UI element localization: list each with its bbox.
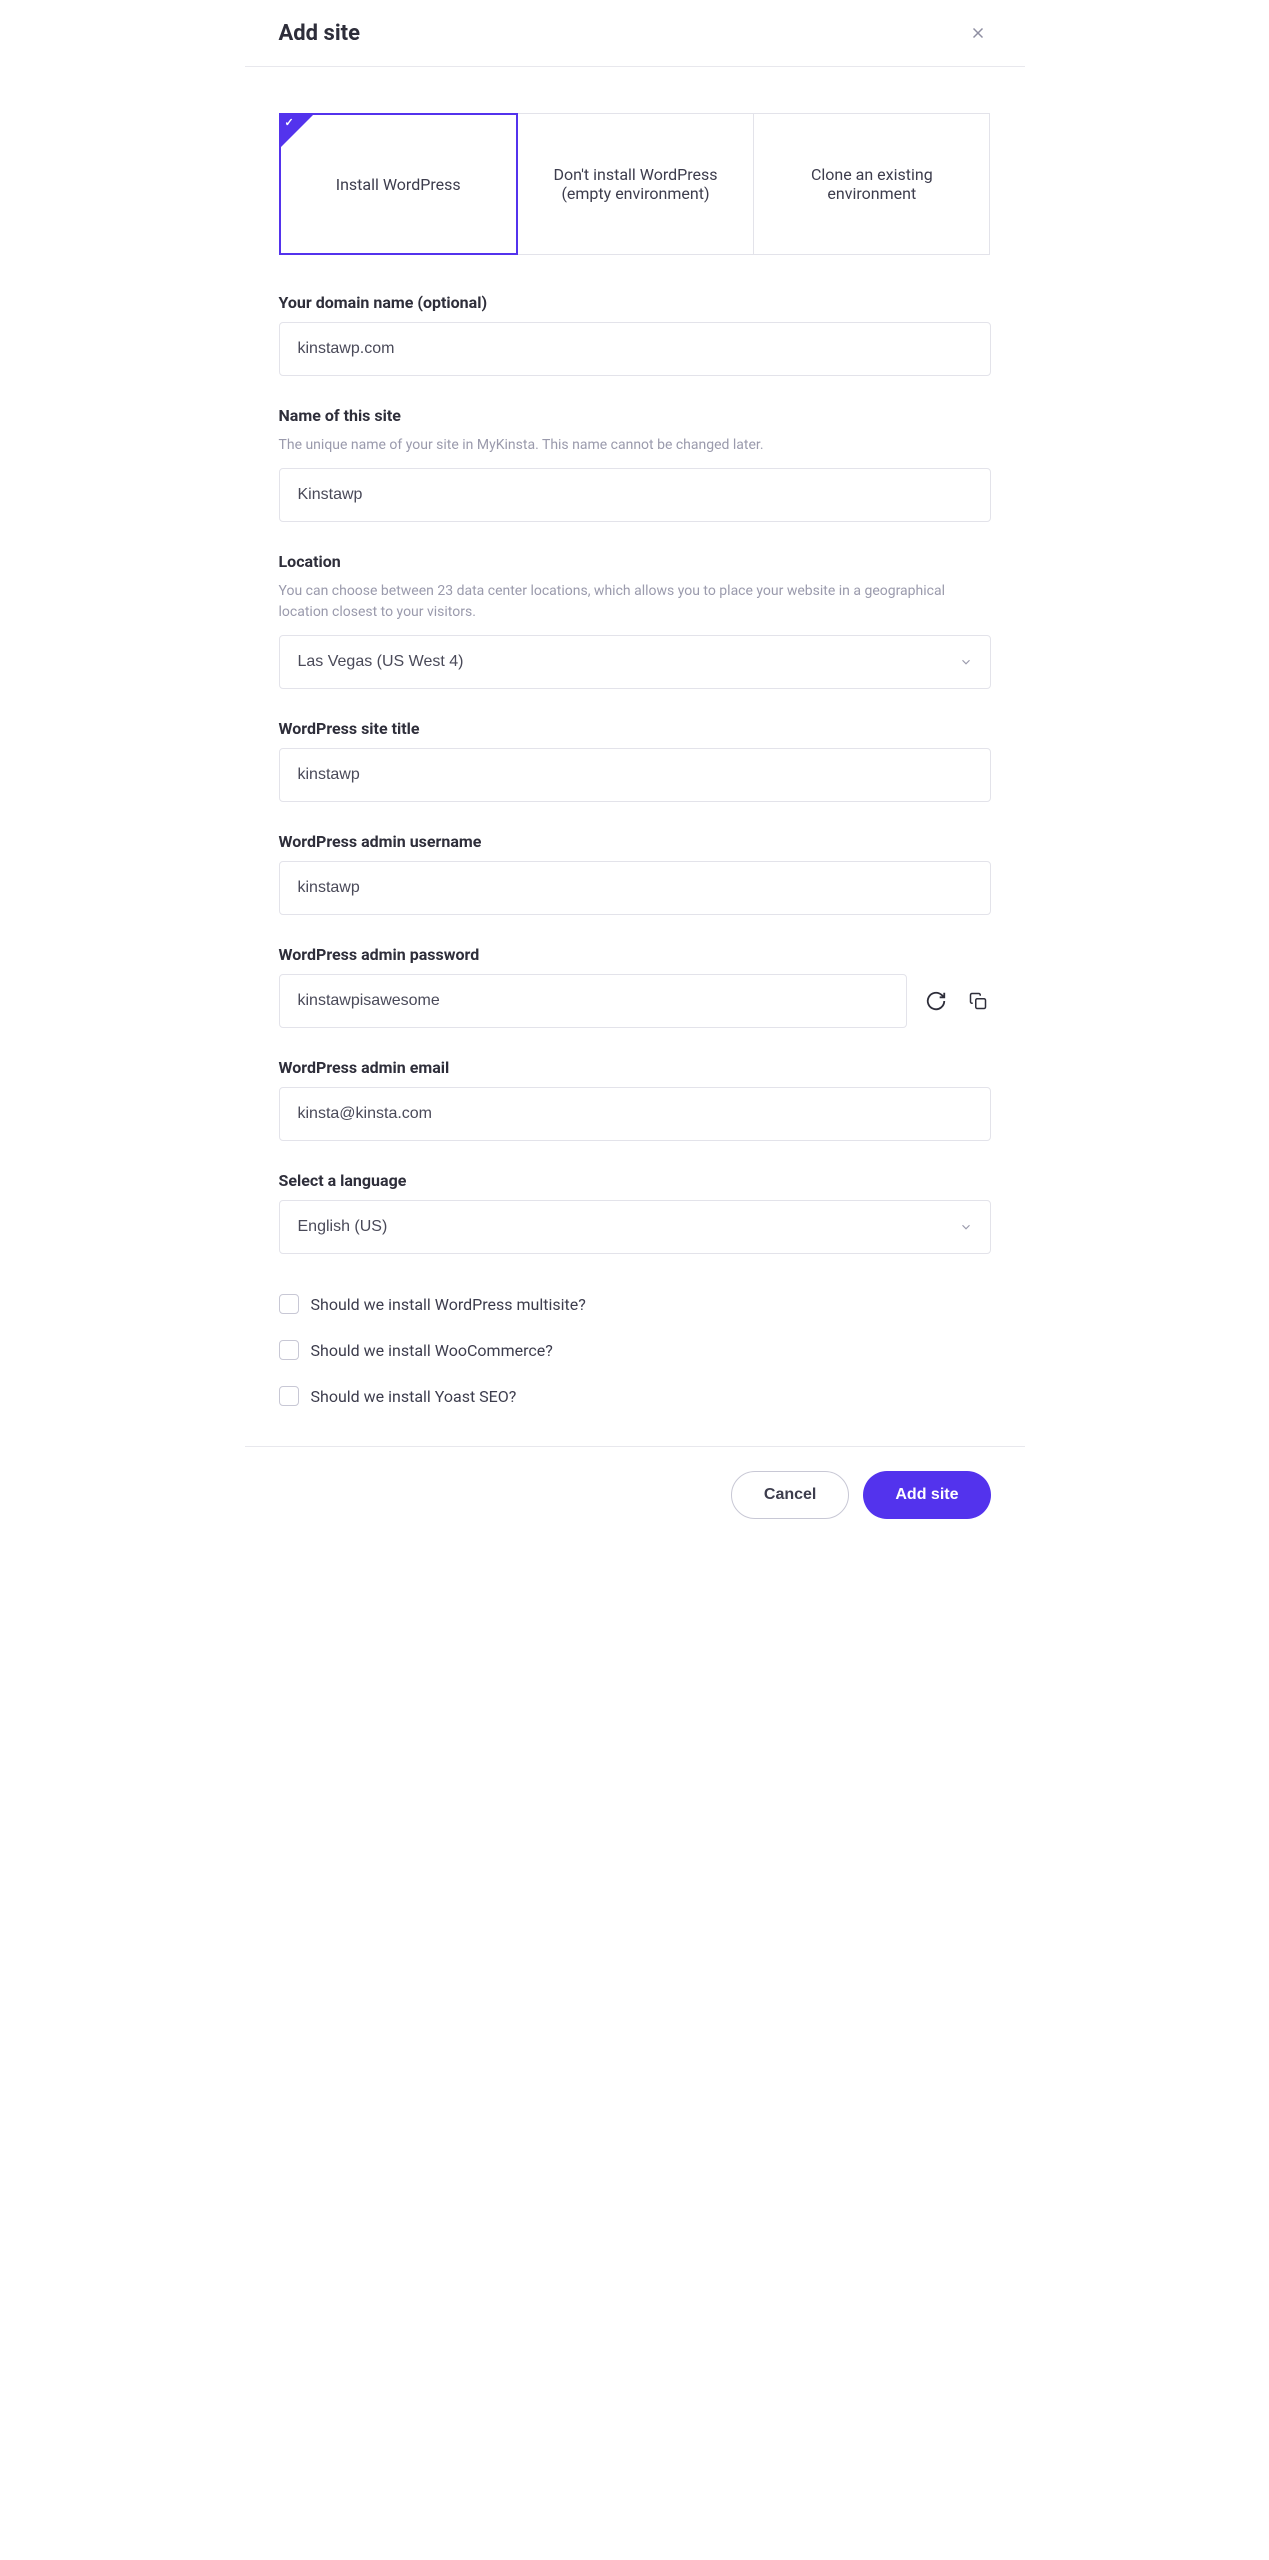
- cancel-button[interactable]: Cancel: [731, 1471, 849, 1519]
- option-label: Clone an existing environment: [774, 165, 969, 203]
- domain-label: Your domain name (optional): [279, 293, 991, 312]
- site-name-input[interactable]: [279, 468, 991, 522]
- language-group: Select a language: [279, 1171, 991, 1254]
- close-icon: [969, 24, 987, 42]
- option-install-wordpress[interactable]: Install WordPress: [279, 113, 518, 255]
- install-options: Should we install WordPress multisite? S…: [279, 1294, 991, 1406]
- refresh-icon: [925, 990, 947, 1012]
- add-site-modal: Add site Install WordPress Don't install…: [245, 0, 1025, 1543]
- site-name-hint: The unique name of your site in MyKinsta…: [279, 435, 991, 456]
- location-select[interactable]: [279, 635, 991, 689]
- admin-password-label: WordPress admin password: [279, 945, 991, 964]
- option-label: Install WordPress: [336, 175, 461, 194]
- language-label: Select a language: [279, 1171, 991, 1190]
- admin-password-input[interactable]: [279, 974, 907, 1028]
- site-title-group: WordPress site title: [279, 719, 991, 802]
- domain-input[interactable]: [279, 322, 991, 376]
- copy-password-button[interactable]: [965, 988, 991, 1014]
- option-label: Don't install WordPress (empty environme…: [538, 165, 733, 203]
- location-group: Location You can choose between 23 data …: [279, 552, 991, 689]
- install-option-cards: Install WordPress Don't install WordPres…: [279, 113, 991, 255]
- woocommerce-checkbox[interactable]: [279, 1340, 299, 1360]
- admin-password-group: WordPress admin password: [279, 945, 991, 1028]
- woocommerce-checkbox-group[interactable]: Should we install WooCommerce?: [279, 1340, 991, 1360]
- modal-footer: Cancel Add site: [245, 1446, 1025, 1543]
- modal-body: Install WordPress Don't install WordPres…: [245, 67, 1025, 1446]
- site-title-input[interactable]: [279, 748, 991, 802]
- site-name-label: Name of this site: [279, 406, 991, 425]
- admin-username-input[interactable]: [279, 861, 991, 915]
- close-button[interactable]: [965, 20, 991, 46]
- admin-email-label: WordPress admin email: [279, 1058, 991, 1077]
- regenerate-password-button[interactable]: [921, 986, 951, 1016]
- multisite-label: Should we install WordPress multisite?: [311, 1295, 586, 1314]
- yoast-checkbox[interactable]: [279, 1386, 299, 1406]
- admin-username-label: WordPress admin username: [279, 832, 991, 851]
- multisite-checkbox[interactable]: [279, 1294, 299, 1314]
- option-clone-environment[interactable]: Clone an existing environment: [754, 113, 990, 255]
- add-site-button[interactable]: Add site: [863, 1471, 990, 1519]
- option-empty-environment[interactable]: Don't install WordPress (empty environme…: [518, 113, 754, 255]
- location-hint: You can choose between 23 data center lo…: [279, 581, 991, 623]
- yoast-checkbox-group[interactable]: Should we install Yoast SEO?: [279, 1386, 991, 1406]
- copy-icon: [969, 992, 987, 1010]
- admin-email-input[interactable]: [279, 1087, 991, 1141]
- domain-group: Your domain name (optional): [279, 293, 991, 376]
- modal-header: Add site: [245, 0, 1025, 67]
- site-title-label: WordPress site title: [279, 719, 991, 738]
- location-label: Location: [279, 552, 991, 571]
- modal-title: Add site: [279, 21, 360, 46]
- yoast-label: Should we install Yoast SEO?: [311, 1387, 517, 1406]
- admin-email-group: WordPress admin email: [279, 1058, 991, 1141]
- multisite-checkbox-group[interactable]: Should we install WordPress multisite?: [279, 1294, 991, 1314]
- site-name-group: Name of this site The unique name of you…: [279, 406, 991, 522]
- language-select[interactable]: [279, 1200, 991, 1254]
- woocommerce-label: Should we install WooCommerce?: [311, 1341, 553, 1360]
- admin-username-group: WordPress admin username: [279, 832, 991, 915]
